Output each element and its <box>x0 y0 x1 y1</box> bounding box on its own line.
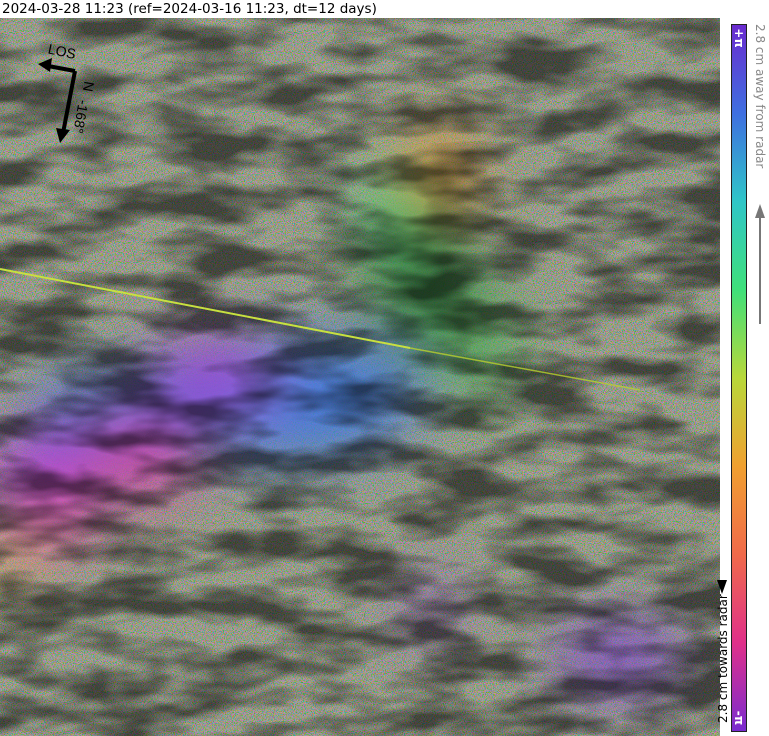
colorbar-bottom-label: -π <box>731 710 746 726</box>
colorbar-panel: +π -π 2.8 cm away from radar 2.8 cm towa… <box>716 18 769 736</box>
towards-label: 2.8 cm towards radar <box>716 594 730 723</box>
towards-radar-annotation: 2.8 cm towards radar <box>716 548 730 728</box>
terrain-shading <box>0 18 720 736</box>
away-arrow-line <box>759 218 761 324</box>
colorbar <box>731 24 747 732</box>
interferogram-map: LOS N -168° <box>0 18 720 736</box>
towards-arrow-head <box>717 580 727 594</box>
image-title: 2024-03-28 11:23 (ref=2024-03-16 11:23, … <box>2 1 377 17</box>
colorbar-top-label: +π <box>732 28 747 48</box>
away-arrow-head <box>755 204 765 218</box>
